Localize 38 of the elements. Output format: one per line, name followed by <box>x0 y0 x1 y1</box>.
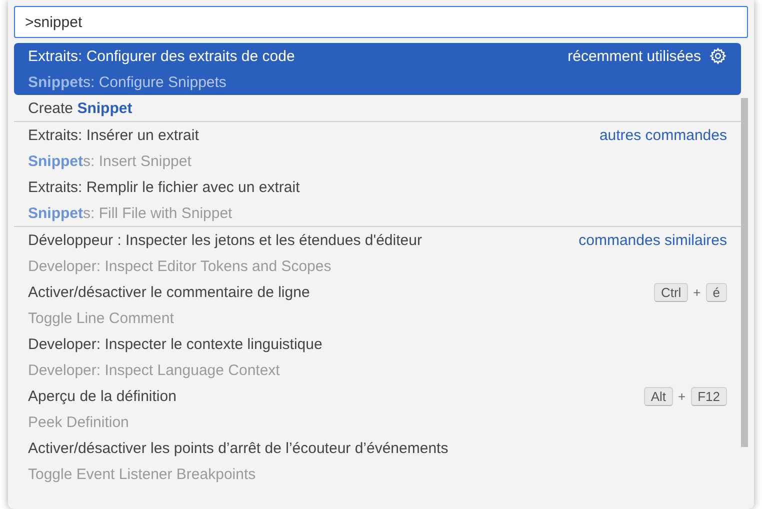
command-detail: Peek Definition <box>28 414 129 430</box>
plus-sign: + <box>693 284 701 300</box>
command-label: Create Snippet <box>28 100 134 116</box>
command-item[interactable]: Activer/désactiver les points d’arrêt de l’écouteur d’événements Toggle Event Listener Breakpoints <box>14 435 741 487</box>
group-label: commandes similaires <box>578 232 727 248</box>
group-label: autres commandes <box>599 126 727 144</box>
command-item[interactable]: Developer: Inspecter le contexte linguistique Developer: Inspect Language Context <box>14 331 741 383</box>
command-label: Développeur : Inspecter les jetons et les étendues d'éditeur <box>28 232 423 248</box>
command-item[interactable]: Extraits: Remplir le fichier avec un extrait Snippets: Fill File with Snippet <box>14 174 741 226</box>
command-detail: Snippets: Insert Snippet <box>28 152 192 170</box>
command-detail: Toggle Line Comment <box>28 310 174 326</box>
keybinding-key: é <box>706 282 727 302</box>
group-label: récemment utilisées <box>568 48 701 64</box>
command-detail: Toggle Event Listener Breakpoints <box>28 466 256 482</box>
command-label: Extraits: Configurer des extraits de code <box>28 48 296 64</box>
settings-icon[interactable] <box>709 47 727 65</box>
command-item[interactable]: Développeur : Inspecter les jetons et les étendues d'éditeur commandes similaires Developer: Inspect Editor Tokens and Scopes <box>14 226 741 279</box>
command-label: Activer/désactiver le commentaire de ligne <box>28 284 311 300</box>
plus-sign: + <box>678 388 686 404</box>
command-detail: Developer: Inspect Editor Tokens and Scopes <box>28 258 332 274</box>
keybinding-key: F12 <box>690 386 727 406</box>
command-label: Aperçu de la définition <box>28 388 178 404</box>
command-label: Extraits: Remplir le fichier avec un extrait <box>28 178 301 196</box>
command-item[interactable]: Create Snippet <box>14 95 741 121</box>
command-item[interactable]: Extraits: Insérer un extrait autres commandes Snippets: Insert Snippet <box>14 121 741 174</box>
command-item[interactable]: Extraits: Configurer des extraits de code récemment utilisées Snippets: Configure Snippets <box>14 43 741 95</box>
keybinding-key: Alt <box>644 386 673 406</box>
scrollbar[interactable] <box>741 98 748 447</box>
command-label: Extraits: Insérer un extrait <box>28 126 200 144</box>
command-label: Activer/désactiver les points d’arrêt de l’écouteur d’événements <box>28 440 450 456</box>
command-detail: Developer: Inspect Language Context <box>28 362 280 378</box>
command-detail: Snippets: Configure Snippets <box>28 74 226 90</box>
search-field[interactable]: >snippet <box>14 6 748 38</box>
command-label: Developer: Inspecter le contexte linguistique <box>28 336 324 352</box>
command-item[interactable]: Activer/désactiver le commentaire de ligne Ctrl + é Toggle Line Comment <box>14 279 741 331</box>
command-detail: Snippets: Fill File with Snippet <box>28 204 232 222</box>
command-item[interactable]: Aperçu de la définition Alt + F12 Peek Definition <box>14 383 741 435</box>
keybinding-key: Ctrl <box>654 282 688 302</box>
